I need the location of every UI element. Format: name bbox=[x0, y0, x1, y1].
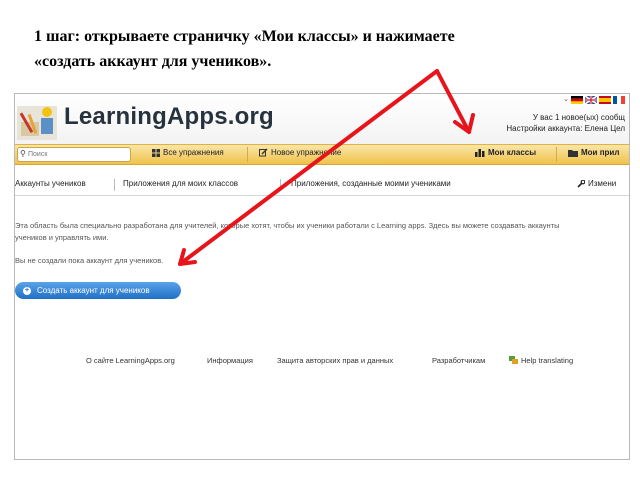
translate-icon bbox=[509, 356, 518, 364]
flag-gb-icon[interactable] bbox=[585, 96, 597, 104]
edit-link[interactable]: Измени bbox=[577, 179, 616, 188]
empty-state-text: Вы не создали пока аккаунт для учеников. bbox=[15, 256, 164, 265]
flag-de-icon[interactable] bbox=[571, 96, 583, 104]
section-description: Эта область была специально разработана … bbox=[15, 220, 625, 244]
create-student-account-button[interactable]: + Создать аккаунт для учеников bbox=[15, 282, 181, 299]
footer-developers-link[interactable]: Разработчикам bbox=[432, 356, 485, 365]
footer-help-translating-link[interactable]: Help translating bbox=[509, 356, 573, 365]
footer-info-link[interactable]: Информация bbox=[207, 356, 253, 365]
help-translating-label: Help translating bbox=[521, 356, 574, 365]
edit-label: Измени bbox=[588, 179, 617, 188]
my-classes-label: Мои классы bbox=[488, 148, 537, 157]
chevron-down-icon[interactable]: ⌄ bbox=[563, 96, 569, 104]
instruction-line-2: «создать аккаунт для учеников». bbox=[34, 53, 272, 70]
my-apps-label: Мои прил bbox=[581, 148, 620, 157]
tab-class-apps[interactable]: Приложения для моих классов bbox=[123, 179, 238, 188]
all-exercises-button[interactable]: Все упражнения bbox=[152, 148, 224, 157]
toolbar-divider bbox=[556, 147, 557, 162]
plus-icon: + bbox=[23, 286, 31, 295]
tab-divider bbox=[280, 179, 281, 191]
new-exercise-label: Новое упражнение bbox=[271, 148, 342, 157]
create-button-label: Создать аккаунт для учеников bbox=[37, 286, 150, 295]
account-settings-link[interactable]: Настройки аккаунта: Елена Цел bbox=[506, 124, 625, 133]
grid-icon bbox=[152, 148, 160, 157]
classes-icon bbox=[475, 148, 485, 157]
description-line-2: учеников и управлять ими. bbox=[15, 233, 109, 242]
flag-es-icon[interactable] bbox=[599, 96, 611, 104]
footer-about-link[interactable]: О сайте LearningApps.org bbox=[86, 356, 175, 365]
flag-fr-icon[interactable] bbox=[613, 96, 625, 104]
search-input[interactable] bbox=[28, 148, 126, 161]
tabs-divider bbox=[15, 195, 629, 196]
language-flags: ⌄ bbox=[563, 96, 625, 104]
wrench-icon bbox=[577, 179, 585, 188]
class-tabs: Аккаунты учеников Приложения для моих кл… bbox=[15, 179, 629, 193]
description-line-1: Эта область была специально разработана … bbox=[15, 221, 560, 230]
site-logo[interactable]: LearningApps.org bbox=[64, 103, 274, 131]
logo-art-icon bbox=[17, 106, 57, 140]
messages-link[interactable]: У вас 1 новое(ых) сообщ bbox=[533, 113, 625, 122]
main-toolbar: ⚲ Все упражнения Новое упражнение Мои кл… bbox=[15, 144, 629, 165]
folder-icon bbox=[568, 149, 578, 157]
tab-divider bbox=[114, 179, 115, 191]
instruction-text: 1 шаг: открываете страничку «Мои классы»… bbox=[34, 24, 612, 74]
site-header: LearningApps.org ⌄ У вас 1 новое(ых) соо… bbox=[15, 94, 629, 144]
new-exercise-button[interactable]: Новое упражнение bbox=[259, 148, 341, 157]
search-icon: ⚲ bbox=[20, 149, 26, 158]
footer-privacy-link[interactable]: Защита авторских прав и данных bbox=[277, 356, 393, 365]
tab-student-apps[interactable]: Приложения, созданные моими учениками bbox=[291, 179, 451, 188]
all-exercises-label: Все упражнения bbox=[163, 148, 224, 157]
my-classes-button[interactable]: Мои классы bbox=[475, 148, 536, 157]
my-apps-button[interactable]: Мои прил bbox=[568, 148, 619, 157]
tab-student-accounts[interactable]: Аккаунты учеников bbox=[15, 179, 86, 188]
toolbar-divider bbox=[247, 147, 248, 162]
search-box: ⚲ bbox=[17, 147, 131, 162]
edit-icon bbox=[259, 148, 268, 157]
instruction-line-1: 1 шаг: открываете страничку «Мои классы»… bbox=[34, 28, 455, 45]
screenshot-frame: LearningApps.org ⌄ У вас 1 новое(ых) соо… bbox=[14, 93, 630, 460]
